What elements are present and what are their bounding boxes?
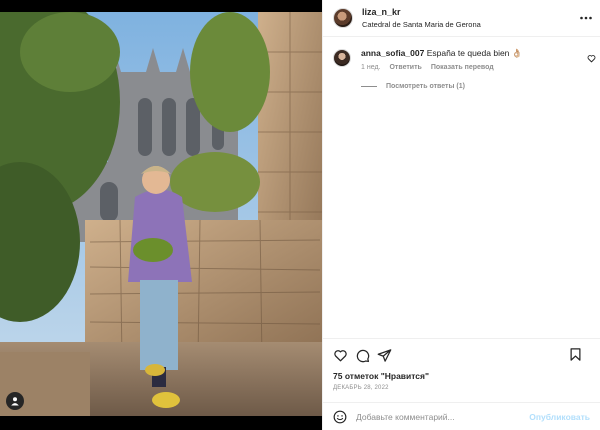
- comment-input[interactable]: [356, 411, 530, 422]
- post-header: liza_n_kr Catedral de Santa Maria de Ger…: [323, 0, 600, 37]
- comment-like-icon[interactable]: [587, 54, 596, 63]
- more-options-button[interactable]: [580, 11, 592, 23]
- comment-composer: Опубликовать: [323, 402, 600, 430]
- author-avatar[interactable]: [333, 8, 353, 28]
- comment-icon[interactable]: [355, 348, 370, 363]
- more-horizontal-icon: [580, 16, 592, 20]
- replies-dash: [361, 86, 377, 87]
- post-photo-image: [0, 12, 322, 416]
- heart-icon[interactable]: [333, 348, 348, 363]
- show-translation-button[interactable]: Показать перевод: [431, 64, 494, 71]
- instagram-post-modal: liza_n_kr Catedral de Santa Maria de Ger…: [0, 0, 600, 430]
- likes-count[interactable]: 75 отметок "Нравится": [333, 371, 590, 381]
- tagged-user-button[interactable]: [6, 392, 24, 410]
- comment-body: anna_sofia_007 España te queda bien 👌🏼 1…: [361, 48, 522, 71]
- send-icon[interactable]: [377, 348, 392, 363]
- post-photo[interactable]: [0, 12, 322, 416]
- smiley-icon[interactable]: [333, 410, 347, 424]
- comment-line: anna_sofia_007 España te queda bien 👌🏼: [361, 48, 522, 59]
- author-username[interactable]: liza_n_kr: [362, 7, 481, 18]
- comment-age[interactable]: 1 нед.: [361, 64, 380, 71]
- comment-item: anna_sofia_007 España te queda bien 👌🏼 1…: [323, 38, 600, 71]
- action-buttons-row: [333, 347, 590, 363]
- post-details-panel: liza_n_kr Catedral de Santa Maria de Ger…: [322, 0, 600, 430]
- commenter-avatar[interactable]: [333, 49, 351, 67]
- bookmark-icon[interactable]: [568, 347, 583, 362]
- person-icon: [11, 397, 19, 406]
- reply-button[interactable]: Ответить: [389, 64, 421, 71]
- post-date[interactable]: ДЕКАБРЬ 28, 2022: [333, 385, 590, 391]
- publish-button[interactable]: Опубликовать: [529, 412, 590, 422]
- view-replies-label: Посмотреть ответы (1): [386, 83, 465, 90]
- commenter-username[interactable]: anna_sofia_007: [361, 48, 424, 58]
- author-info: liza_n_kr Catedral de Santa Maria de Ger…: [362, 7, 481, 30]
- comment-text: España te queda bien 👌🏼: [426, 48, 523, 58]
- view-replies-button[interactable]: Посмотреть ответы (1): [361, 83, 600, 90]
- comments-list: anna_sofia_007 España te queda bien 👌🏼 1…: [323, 38, 600, 338]
- post-location[interactable]: Catedral de Santa Maria de Gerona: [362, 19, 481, 30]
- comment-meta: 1 нед. Ответить Показать перевод: [361, 64, 522, 71]
- post-actions: 75 отметок "Нравится" ДЕКАБРЬ 28, 2022: [323, 338, 600, 402]
